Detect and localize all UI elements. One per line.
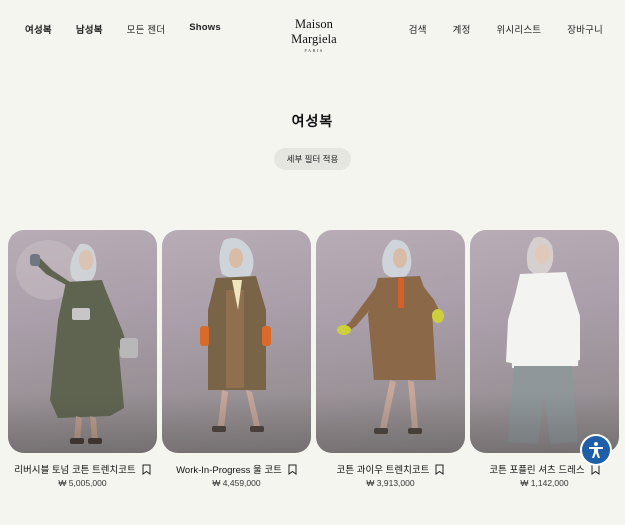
product-image[interactable] [316, 230, 465, 453]
product-card[interactable]: 코튼 포플린 셔츠 드레스 ₩ 1,142,000 [470, 230, 619, 488]
nav-mens[interactable]: 남성복 [76, 22, 103, 36]
nav-all-gender[interactable]: 모든 젠더 [127, 22, 166, 36]
model-figure [200, 238, 271, 432]
nav-account[interactable]: 계정 [453, 22, 471, 36]
bookmark-icon[interactable] [435, 464, 444, 475]
product-image[interactable] [8, 230, 157, 453]
bookmark-icon[interactable] [591, 464, 600, 475]
product-image[interactable] [162, 230, 311, 453]
page-title: 여성복 [291, 113, 334, 129]
product-name[interactable]: 코튼 포플린 셔츠 드레스 [489, 462, 584, 476]
product-name[interactable]: Work-In-Progress 울 코트 [176, 462, 282, 476]
product-price: ₩ 3,913,000 [366, 478, 415, 488]
nav-womens[interactable]: 여성복 [25, 22, 52, 36]
accessibility-button[interactable] [582, 436, 610, 464]
product-card[interactable]: 코튼 과이우 트렌치코트 ₩ 3,913,000 [316, 230, 465, 488]
model-figure [506, 237, 580, 444]
product-card[interactable]: 리버시블 토넘 코튼 트렌치코트 ₩ 5,005,000 [8, 230, 157, 488]
product-name[interactable]: 코튼 과이우 트렌치코트 [337, 462, 430, 476]
product-price: ₩ 1,142,000 [520, 478, 569, 488]
nav-wishlist[interactable]: 위시리스트 [497, 22, 542, 36]
accessibility-icon [589, 442, 603, 458]
nav-right: 검색 계정 위시리스트 장바구니 [409, 22, 603, 36]
product-price: ₩ 4,459,000 [212, 478, 261, 488]
logo-subtitle: PARIS [304, 48, 324, 53]
nav-cart[interactable]: 장바구니 [567, 22, 603, 36]
product-price: ₩ 5,005,000 [58, 478, 107, 488]
bookmark-icon[interactable] [142, 464, 151, 475]
logo-wordmark: Maison Margiela [291, 17, 337, 46]
product-card[interactable]: Work-In-Progress 울 코트 ₩ 4,459,000 [162, 230, 311, 488]
nav-shows[interactable]: Shows [189, 22, 221, 36]
nav-search[interactable]: 검색 [409, 22, 427, 36]
brand-logo[interactable]: Maison Margiela PARIS [272, 17, 356, 53]
filter-button[interactable]: 세부 필터 적용 [274, 148, 351, 170]
product-name[interactable]: 리버시블 토넘 코튼 트렌치코트 [14, 462, 136, 476]
bookmark-icon[interactable] [288, 464, 297, 475]
model-figure [16, 240, 138, 444]
product-image[interactable] [470, 230, 619, 453]
model-figure [337, 239, 444, 434]
top-navigation: 여성복 남성복 모든 젠더 Shows Maison Margiela PARI… [0, 0, 625, 56]
nav-left: 여성복 남성복 모든 젠더 Shows [25, 22, 221, 36]
